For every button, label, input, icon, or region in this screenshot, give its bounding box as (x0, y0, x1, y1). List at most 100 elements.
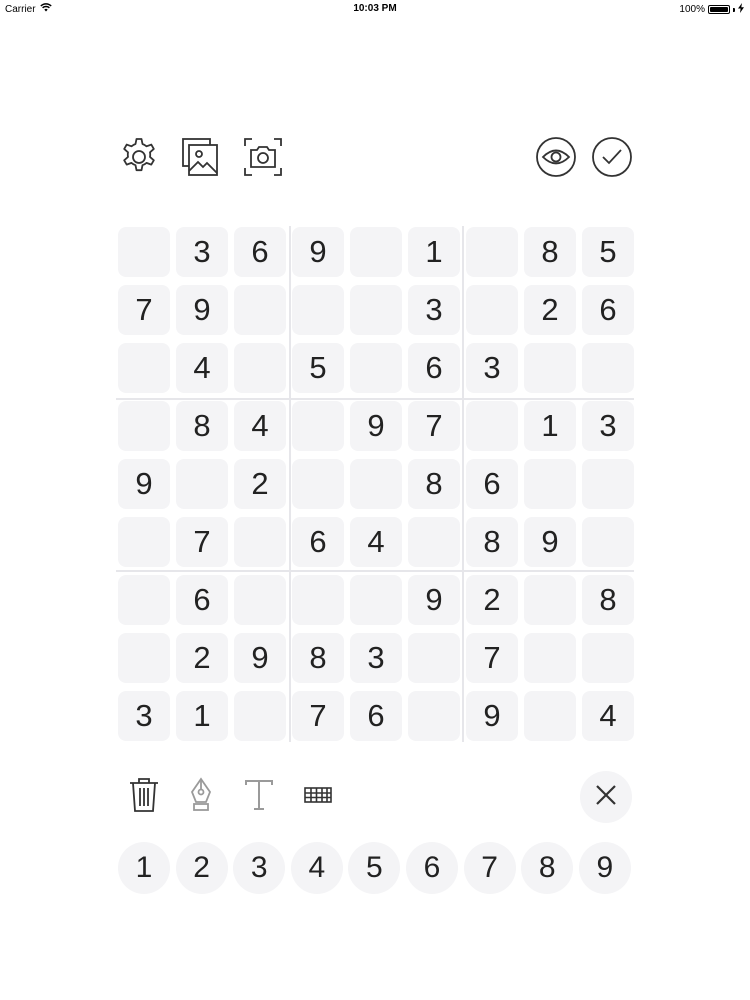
sudoku-cell[interactable]: 9 (350, 401, 402, 451)
sudoku-cell[interactable] (466, 227, 518, 277)
sudoku-cell[interactable] (582, 517, 634, 567)
sudoku-cell[interactable]: 8 (582, 575, 634, 625)
sudoku-cell[interactable]: 2 (466, 575, 518, 625)
sudoku-cell[interactable] (118, 401, 170, 451)
sudoku-cell[interactable] (524, 691, 576, 741)
sudoku-cell[interactable]: 7 (466, 633, 518, 683)
sudoku-cell[interactable] (176, 459, 228, 509)
keyboard-icon[interactable] (295, 772, 341, 818)
sudoku-cell[interactable]: 9 (524, 517, 576, 567)
sudoku-cell[interactable]: 4 (234, 401, 286, 451)
sudoku-cell[interactable]: 4 (350, 517, 402, 567)
sudoku-cell[interactable] (292, 575, 344, 625)
sudoku-cell[interactable]: 9 (118, 459, 170, 509)
number-button[interactable]: 6 (406, 842, 458, 894)
sudoku-cell[interactable]: 2 (234, 459, 286, 509)
sudoku-cell[interactable]: 1 (176, 691, 228, 741)
sudoku-cell[interactable] (118, 575, 170, 625)
sudoku-cell[interactable] (466, 401, 518, 451)
sudoku-cell[interactable] (524, 575, 576, 625)
sudoku-cell[interactable]: 7 (408, 401, 460, 451)
sudoku-cell[interactable] (292, 401, 344, 451)
sudoku-cell[interactable] (582, 459, 634, 509)
sudoku-cell[interactable]: 5 (292, 343, 344, 393)
gallery-icon[interactable] (179, 135, 223, 179)
sudoku-cell[interactable] (292, 285, 344, 335)
number-button[interactable]: 4 (290, 842, 343, 894)
number-button[interactable]: 3 (233, 842, 286, 894)
sudoku-cell[interactable]: 6 (292, 517, 344, 567)
sudoku-cell[interactable]: 9 (408, 575, 460, 625)
camera-scan-icon[interactable] (241, 135, 285, 179)
sudoku-cell[interactable]: 3 (118, 691, 170, 741)
sudoku-cell[interactable]: 3 (350, 633, 402, 683)
trash-icon[interactable] (121, 772, 167, 818)
sudoku-cell[interactable]: 6 (350, 691, 402, 741)
sudoku-cell[interactable]: 1 (524, 401, 576, 451)
sudoku-cell[interactable] (118, 227, 170, 277)
sudoku-cell[interactable]: 4 (582, 691, 634, 741)
sudoku-cell[interactable]: 9 (176, 285, 228, 335)
sudoku-cell[interactable] (350, 227, 402, 277)
number-button[interactable]: 9 (578, 842, 631, 894)
sudoku-cell[interactable]: 1 (408, 227, 460, 277)
sudoku-cell[interactable]: 8 (466, 517, 518, 567)
sudoku-cell[interactable] (582, 633, 634, 683)
number-button[interactable]: 5 (348, 842, 401, 894)
sudoku-cell[interactable] (524, 343, 576, 393)
sudoku-cell[interactable] (466, 285, 518, 335)
number-button[interactable]: 2 (175, 842, 228, 894)
sudoku-cell[interactable] (524, 633, 576, 683)
sudoku-cell[interactable] (234, 285, 286, 335)
sudoku-cell[interactable]: 8 (176, 401, 228, 451)
number-button[interactable]: 1 (118, 842, 170, 894)
number-button[interactable]: 8 (521, 842, 574, 894)
sudoku-cell[interactable] (118, 517, 170, 567)
sudoku-cell[interactable] (118, 633, 170, 683)
sudoku-cell[interactable] (350, 343, 402, 393)
sudoku-cell[interactable]: 9 (292, 227, 344, 277)
sudoku-cell[interactable] (234, 575, 286, 625)
sudoku-cell[interactable] (350, 285, 402, 335)
sudoku-cell[interactable]: 3 (408, 285, 460, 335)
sudoku-cell[interactable] (234, 691, 286, 741)
sudoku-cell[interactable]: 7 (118, 285, 170, 335)
sudoku-cell[interactable]: 3 (176, 227, 228, 277)
sudoku-cell[interactable] (524, 459, 576, 509)
sudoku-cell[interactable] (292, 459, 344, 509)
sudoku-cell[interactable]: 2 (176, 633, 228, 683)
sudoku-cell[interactable]: 8 (524, 227, 576, 277)
sudoku-cell[interactable]: 6 (582, 285, 634, 335)
sudoku-cell[interactable] (408, 517, 460, 567)
sudoku-cell[interactable]: 5 (582, 227, 634, 277)
sudoku-cell[interactable] (234, 343, 286, 393)
sudoku-cell[interactable]: 6 (234, 227, 286, 277)
sudoku-cell[interactable]: 3 (466, 343, 518, 393)
gear-icon[interactable] (117, 135, 161, 179)
sudoku-cell[interactable]: 4 (176, 343, 228, 393)
sudoku-cell[interactable] (408, 691, 460, 741)
text-icon[interactable] (236, 772, 282, 818)
pen-icon[interactable] (178, 772, 224, 818)
sudoku-cell[interactable]: 6 (466, 459, 518, 509)
sudoku-cell[interactable]: 8 (408, 459, 460, 509)
sudoku-cell[interactable] (350, 575, 402, 625)
sudoku-cell[interactable]: 6 (176, 575, 228, 625)
sudoku-cell[interactable] (408, 633, 460, 683)
close-button[interactable] (580, 771, 632, 823)
sudoku-cell[interactable]: 9 (234, 633, 286, 683)
sudoku-cell[interactable]: 7 (292, 691, 344, 741)
sudoku-cell[interactable]: 6 (408, 343, 460, 393)
sudoku-cell[interactable] (582, 343, 634, 393)
eye-icon[interactable] (534, 135, 578, 179)
sudoku-cell[interactable] (234, 517, 286, 567)
number-button[interactable]: 7 (463, 842, 516, 894)
sudoku-cell[interactable]: 9 (466, 691, 518, 741)
sudoku-cell[interactable]: 2 (524, 285, 576, 335)
sudoku-cell[interactable]: 8 (292, 633, 344, 683)
sudoku-cell[interactable] (118, 343, 170, 393)
sudoku-cell[interactable]: 7 (176, 517, 228, 567)
sudoku-cell[interactable] (350, 459, 402, 509)
check-icon[interactable] (590, 135, 634, 179)
sudoku-cell[interactable]: 3 (582, 401, 634, 451)
